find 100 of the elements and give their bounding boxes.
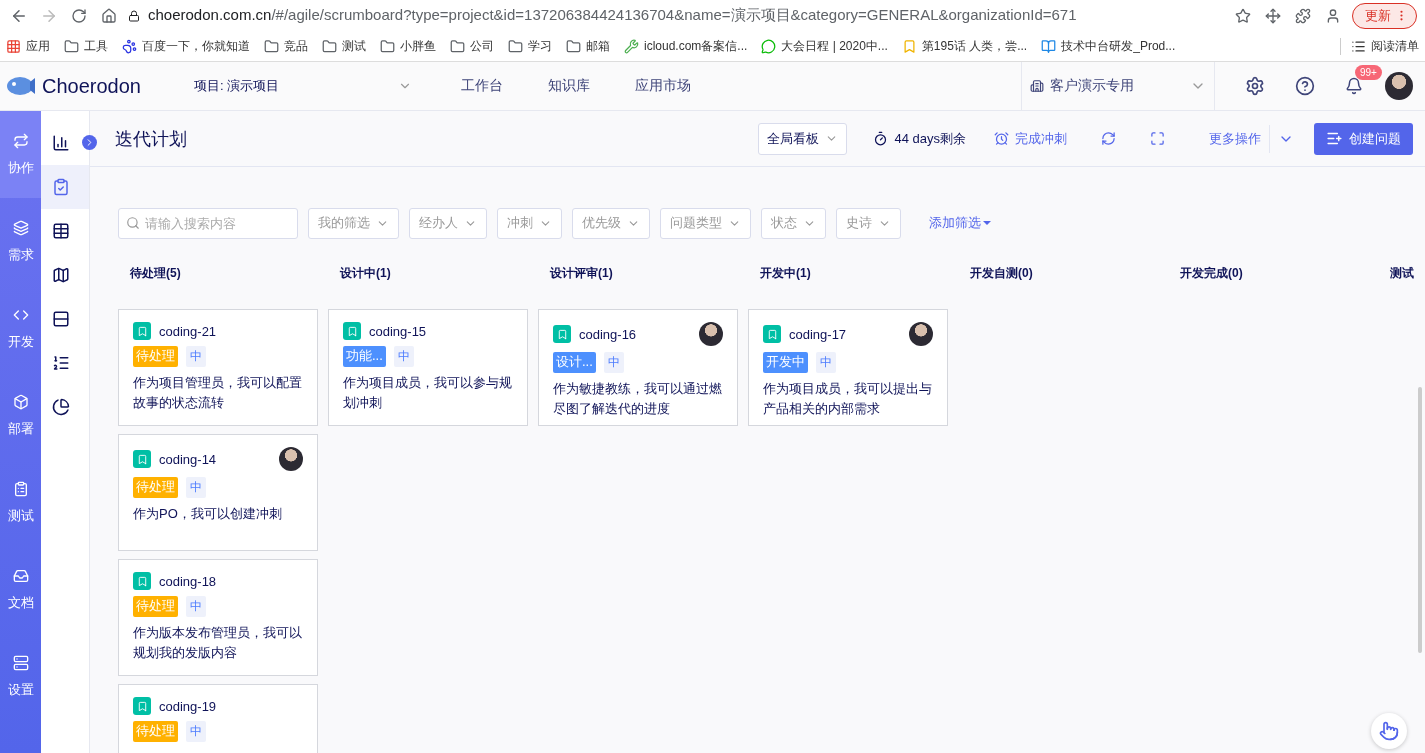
rail-item[interactable]: 测试 (0, 459, 41, 546)
issue-card[interactable]: coding-17 开发中 中 作为项目成员，我可以提出与产品相关的内部需求 (748, 309, 948, 426)
bookmark-link[interactable]: 小胖鱼 (400, 37, 436, 55)
priority-tag: 中 (186, 346, 206, 367)
hand-pointer-icon (1379, 721, 1399, 741)
issue-key: coding-21 (159, 323, 217, 339)
folder-icon (322, 38, 337, 54)
issue-summary: 作为版本发布管理员，我可以规划我的发版内容 (133, 624, 303, 662)
column-title: 开发完成(0) (1179, 265, 1244, 282)
rail-item[interactable]: 文档 (0, 546, 41, 633)
folder-icon (264, 38, 279, 54)
project-select[interactable]: 项目: 演示项目 (190, 77, 416, 95)
issue-card[interactable]: coding-18 待处理 中 作为版本发布管理员，我可以规划我的发版内容 (118, 559, 318, 676)
bookmark-link[interactable]: 测试 (342, 37, 366, 55)
story-icon (133, 697, 151, 715)
organization-select[interactable]: 客户演示专用 (1021, 61, 1215, 111)
issue-card[interactable]: coding-19 待处理 中 (118, 684, 318, 753)
timer-icon (873, 131, 889, 146)
status-tag: 待处理 (133, 721, 178, 742)
issue-card[interactable]: coding-21 待处理 中 作为项目管理员，我可以配置故事的状态流转 (118, 309, 318, 426)
column-title: 开发中(1) (759, 265, 812, 282)
wrench-icon (624, 38, 639, 54)
nav-link[interactable]: 应用市场 (635, 77, 691, 95)
lock-icon (128, 9, 140, 22)
bookmark-link[interactable]: 百度一下，你就知道 (142, 37, 250, 55)
search-field[interactable]: 请输入搜索内容 (118, 207, 298, 239)
book-icon (1041, 38, 1057, 54)
bell-icon[interactable] (1345, 77, 1363, 95)
board-select[interactable]: 全局看板 (758, 122, 848, 155)
paw-icon (122, 38, 137, 54)
bookmark-link[interactable]: icloud.com备案信... (644, 37, 748, 55)
bookmark-link[interactable]: 工具 (84, 37, 108, 55)
rows-icon (52, 310, 70, 328)
nav-link[interactable]: 知识库 (548, 77, 590, 95)
rail-item[interactable]: 设置 (0, 633, 41, 720)
bookmark-link[interactable]: 应用 (26, 37, 50, 55)
list-icon (1351, 38, 1366, 54)
issue-card[interactable]: coding-16 设计... 中 作为敏捷教练，我可以通过燃尽图了解迭代的进度 (538, 309, 738, 426)
logo-text: Choerodon (42, 74, 141, 98)
bookmark-icon (901, 38, 917, 54)
table-icon (52, 222, 70, 240)
add-filter-button[interactable]: 添加筛选 (923, 213, 997, 233)
column-title: 设计中(1) (338, 265, 392, 282)
page-title: 迭代计划 (115, 127, 187, 151)
priority-tag: 中 (603, 352, 624, 373)
bookmark-link[interactable]: 学习 (528, 37, 552, 55)
update-button[interactable]: 更新 (1352, 2, 1417, 29)
fish-logo-icon (4, 74, 36, 98)
bookmark-link[interactable]: 邮箱 (586, 37, 610, 55)
priority-tag: 中 (186, 477, 206, 498)
issue-key: coding-15 (369, 323, 427, 339)
nav-link[interactable]: 工作台 (461, 77, 503, 95)
bookmark-link[interactable]: 大会日程 | 2020中... (781, 37, 888, 55)
rail-item[interactable]: 开发 (0, 285, 41, 372)
search-icon (126, 215, 140, 230)
issue-key: coding-19 (159, 698, 217, 714)
folder-icon (380, 38, 395, 54)
fullscreen-icon[interactable] (1150, 131, 1165, 146)
map-icon (52, 266, 70, 284)
alarm-clock-icon (994, 131, 1009, 146)
user-avatar[interactable] (1385, 72, 1413, 100)
clipboard-icon (12, 480, 29, 497)
story-icon (133, 450, 151, 468)
cube-icon (12, 393, 29, 410)
priority-tag: 中 (393, 346, 414, 367)
complete-sprint-button[interactable]: 完成冲刺 (994, 129, 1067, 148)
column-title: 测试 (1389, 265, 1415, 282)
status-tag: 待处理 (133, 477, 178, 498)
issue-summary: 作为PO，我可以创建冲刺 (133, 505, 283, 523)
story-icon (763, 325, 781, 343)
rail-item[interactable]: 需求 (0, 198, 41, 285)
list-icon (52, 354, 70, 372)
bookmark-link[interactable]: 技术中台研发_Prod... (1061, 37, 1176, 55)
bar-chart-icon (52, 134, 70, 152)
column-title: 设计评审(1) (548, 265, 614, 282)
rail-item[interactable]: 部署 (0, 372, 41, 459)
status-tag: 待处理 (133, 596, 178, 617)
status-tag: 设计... (553, 352, 596, 373)
issue-card[interactable]: coding-14 待处理 中 作为PO，我可以创建冲刺 (118, 434, 318, 551)
address-field[interactable]: choerodon.com.cn/#/agile/scrumboard?type=project&id=137206384424136704&name=演示项目&category=GENERAL&organizationId=671 (128, 6, 1224, 25)
chat-bubble-icon (761, 38, 777, 54)
column-title: 开发自测(0) (969, 265, 1034, 282)
caret-icon (983, 221, 991, 225)
reading-list-link[interactable]: 阅读清单 (1371, 37, 1419, 55)
issue-card[interactable]: coding-15 功能... 中 作为项目成员，我可以参与规划冲刺 (328, 309, 528, 426)
story-icon (133, 322, 151, 340)
create-issue-button[interactable]: 创建问题 (1314, 122, 1413, 155)
bookmark-link[interactable]: 竞品 (284, 37, 308, 55)
folder-icon (508, 38, 523, 54)
inbox-icon (12, 567, 29, 584)
cycle-icon (12, 132, 29, 149)
settings-icon[interactable] (1245, 76, 1265, 96)
server-icon (12, 654, 29, 671)
refresh-icon[interactable] (1101, 131, 1116, 146)
layers-icon (12, 219, 29, 236)
bookmark-link[interactable]: 第195话 人类，尝... (921, 37, 1028, 55)
bookmark-link[interactable]: 公司 (470, 37, 494, 55)
help-icon[interactable] (1295, 76, 1315, 96)
status-tag: 功能... (343, 346, 386, 367)
more-actions-button[interactable]: 更多操作 (1209, 129, 1261, 148)
